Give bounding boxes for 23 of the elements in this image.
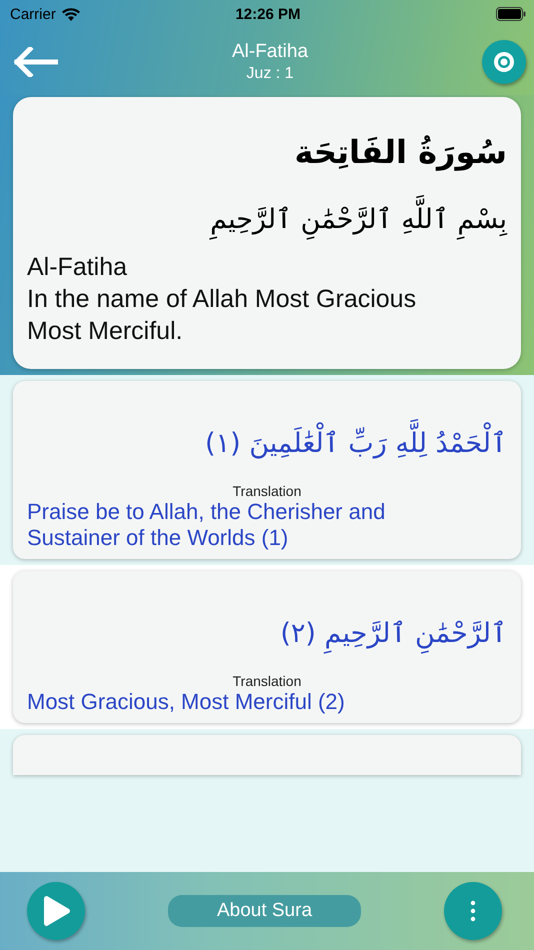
play-button[interactable] — [27, 882, 85, 940]
more-icon — [470, 900, 476, 922]
translation-label: Translation — [232, 673, 302, 690]
sura-name: Al-Fatiha — [27, 252, 128, 284]
translation-label: Translation — [232, 483, 302, 500]
play-icon — [41, 893, 71, 929]
back-arrow-icon — [14, 46, 58, 76]
verse-arabic: ٱلرَّحْمَٰنِ ٱلرَّحِيمِ (٢) — [280, 607, 507, 662]
bismillah-translation: In the name of Allah Most Gracious Most Merciful. — [27, 284, 418, 348]
battery-icon — [496, 7, 526, 21]
more-button[interactable] — [444, 882, 502, 940]
wifi-icon — [62, 8, 80, 20]
bismillah-arabic: بِسْمِ ٱللَّهِ ٱلرَّحْمَٰنِ ٱلرَّحِيمِ — [210, 193, 507, 248]
verse-translation: Most Gracious, Most Merciful (2) — [27, 689, 346, 716]
juz-label: Juz : 1 — [246, 64, 294, 82]
clock: 12:26 PM — [235, 6, 301, 22]
back-button[interactable] — [14, 46, 58, 76]
sura-name-arabic: سُورَةُ الفَاتِحَة — [294, 132, 507, 173]
carrier-label: Carrier — [10, 6, 56, 22]
sura-title: Al-Fatiha — [232, 40, 308, 62]
verse-translation: Praise be to Allah, the Cherisher and Sustainer of the Worlds (1) — [27, 499, 386, 552]
verse-arabic: ٱلْحَمْدُ لِلَّهِ رَبِّ ٱلْعَٰلَمِينَ (١) — [205, 417, 507, 472]
settings-button[interactable] — [482, 40, 526, 84]
